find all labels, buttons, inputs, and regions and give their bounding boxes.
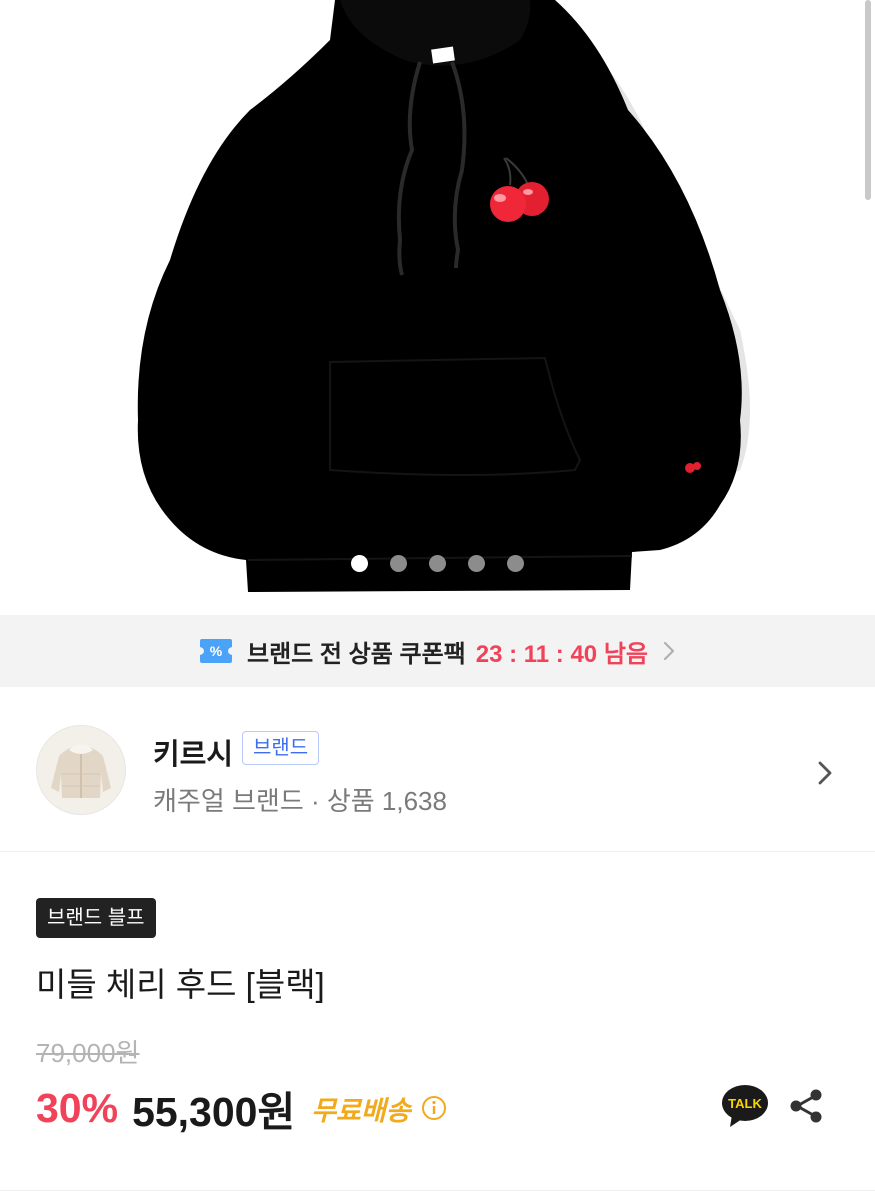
coupon-countdown: 23 : 11 : 40 남음 — [475, 640, 648, 668]
coupon-banner-label: 브랜드 전 상품 쿠폰팩 — [247, 640, 466, 668]
discount-rate: 30% — [36, 1084, 119, 1131]
carousel-pagination — [0, 555, 875, 572]
coupon-ticket-icon: % — [200, 639, 232, 663]
product-image-carousel[interactable] — [0, 0, 875, 615]
carousel-dot-2[interactable] — [390, 555, 407, 572]
promo-badge: 브랜드 블프 — [36, 898, 156, 938]
brand-tag: 브랜드 — [242, 731, 320, 765]
sale-price: 55,300원 — [132, 1089, 296, 1135]
talk-label: TALK — [728, 1096, 762, 1111]
product-title: 미들 체리 후드 [블랙] — [36, 966, 325, 1003]
carousel-dot-1[interactable] — [351, 555, 368, 572]
chevron-right-icon — [663, 641, 675, 661]
brand-row[interactable]: 키르시 브랜드 캐주얼 브랜드 · 상품 1,638 — [0, 687, 875, 852]
page-scrollbar[interactable] — [865, 0, 871, 200]
chevron-right-icon[interactable] — [816, 759, 834, 787]
carousel-dot-4[interactable] — [468, 555, 485, 572]
kakao-talk-button[interactable]: TALK — [720, 1083, 770, 1129]
hoodie-image — [137, 0, 750, 592]
share-icon — [790, 1089, 822, 1123]
svg-text:%: % — [210, 643, 223, 659]
price-row: 30% 55,300원 무료배송 — [36, 1082, 447, 1135]
carousel-dot-3[interactable] — [429, 555, 446, 572]
brand-name: 키르시 — [153, 739, 234, 771]
brand-meta: 캐주얼 브랜드 · 상품 1,638 — [153, 786, 447, 816]
share-button[interactable] — [788, 1088, 824, 1124]
free-shipping-label: 무료배송 — [311, 1095, 411, 1126]
coupon-banner[interactable]: % 브랜드 전 상품 쿠폰팩 23 : 11 : 40 남음 — [0, 615, 875, 687]
section-divider — [0, 1190, 875, 1191]
jacket-thumbnail-icon — [37, 726, 125, 814]
speech-bubble-icon: TALK — [722, 1085, 768, 1127]
original-price: 79,000원 — [36, 1038, 140, 1068]
info-icon[interactable] — [421, 1095, 447, 1121]
carousel-dot-5[interactable] — [507, 555, 524, 572]
brand-avatar — [36, 725, 126, 815]
